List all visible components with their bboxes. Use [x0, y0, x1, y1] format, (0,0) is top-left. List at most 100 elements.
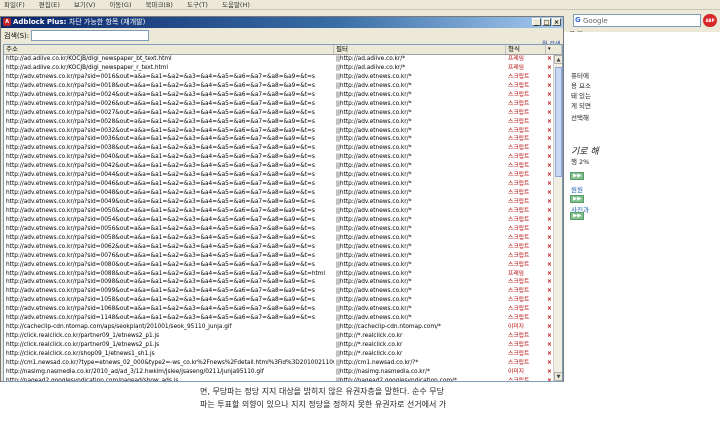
google-icon: G — [575, 16, 581, 24]
table-row[interactable]: http://adv.etnews.co.kr/rpa?sid=0036&out… — [4, 135, 552, 144]
table-row[interactable]: http://adv.etnews.co.kr/rpa?sid=0049&out… — [4, 198, 552, 207]
row-type: 스크립트 — [508, 288, 530, 295]
row-address: http://click.realclick.co.kr/partner09_1… — [6, 342, 160, 348]
row-type: 스크립트 — [508, 359, 530, 366]
menu-help[interactable]: 도움말(H) — [222, 0, 250, 9]
row-type: 스크립트 — [508, 234, 530, 241]
table-row[interactable]: http://click.realclick.co.kr/partner09_1… — [4, 341, 552, 350]
table-row[interactable]: http://adv.etnews.co.kr/rpa?sid=0018&out… — [4, 82, 552, 91]
row-type: 스크립트 — [508, 279, 530, 286]
browser-menubar: 파일(F) 편집(E) 보기(V) 이동(G) 북마크(B) 도구(T) 도움말… — [0, 0, 720, 10]
row-address: http://pagead2.googlesyndication.com/pag… — [6, 377, 179, 382]
table-row[interactable]: http://adv.etnews.co.kr/rpa?sid=0054&out… — [4, 216, 552, 225]
menu-go[interactable]: 이동(G) — [109, 0, 131, 9]
row-address: http://adv.etnews.co.kr/rpa?sid=0098&out… — [6, 279, 315, 286]
row-type: 스크립트 — [508, 181, 530, 188]
column-header-address[interactable]: 주소 — [4, 45, 334, 54]
table-row[interactable]: http://adv.etnews.co.kr/rpa?sid=1068&out… — [4, 305, 552, 314]
search-input[interactable] — [31, 30, 149, 41]
table-row[interactable]: http://adv.etnews.co.kr/rpa?sid=0050&out… — [4, 207, 552, 216]
scrollbar-thumb[interactable] — [555, 67, 562, 177]
row-filter: ||http://adv.etnews.co.kr/* — [336, 109, 412, 116]
table-row[interactable]: http://ad.adiive.co.kr/KOCJB/digi_newspa… — [4, 55, 552, 64]
table-row[interactable]: http://cacheclip-cdn.ntomap.com/aps/seok… — [4, 323, 552, 332]
side-text: 선택해 — [571, 114, 589, 122]
table-row[interactable]: http://adv.etnews.co.kr/rpa?sid=0042&out… — [4, 162, 552, 171]
menu-view[interactable]: 보기(V) — [74, 0, 95, 9]
table-row[interactable]: http://adv.etnews.co.kr/rpa?sid=0016&out… — [4, 73, 552, 82]
browser-search-input[interactable]: G Google — [573, 14, 701, 27]
table-row[interactable]: http://adv.etnews.co.kr/rpa?sid=0062&out… — [4, 243, 552, 252]
minimize-button[interactable]: _ — [532, 18, 541, 26]
menu-tools[interactable]: 도구(T) — [187, 0, 208, 9]
row-address: http://cm1.newsad.co.kr/?type=etnews_02_… — [6, 359, 334, 366]
table-header: 주소 필터 형식 ▾ — [4, 45, 562, 55]
row-type: 스크립트 — [508, 109, 530, 116]
table-row[interactable]: http://pagead2.googlesyndication.com/pag… — [4, 377, 552, 382]
column-header-filter[interactable]: 필터 — [334, 45, 506, 54]
table-row[interactable]: http://adv.etnews.co.kr/rpa?sid=0024&out… — [4, 91, 552, 100]
table-row[interactable]: http://adv.etnews.co.kr/rpa?sid=0058&out… — [4, 234, 552, 243]
table-row[interactable]: http://adv.etnews.co.kr/rpa?sid=0080&out… — [4, 261, 552, 270]
table-row[interactable]: http://adv.etnews.co.kr/rpa?sid=0098&out… — [4, 278, 552, 287]
row-address: http://adv.etnews.co.kr/rpa?sid=0054&out… — [6, 216, 315, 223]
row-filter: ||http://adv.etnews.co.kr/* — [336, 225, 412, 232]
row-address: http://click.realclick.co.kr/partner09_1… — [6, 333, 160, 340]
menu-file[interactable]: 파일(F) — [4, 0, 25, 9]
row-filter: ||http://adv.etnews.co.kr/* — [336, 100, 412, 107]
table-row[interactable]: http://adv.etnews.co.kr/rpa?sid=1058&out… — [4, 296, 552, 305]
side-button[interactable]: ▶▶ — [570, 195, 585, 203]
row-address: http://adv.etnews.co.kr/rpa?sid=0028&out… — [6, 118, 315, 125]
table-row[interactable]: http://adv.etnews.co.kr/rpa?sid=0076&out… — [4, 252, 552, 261]
table-row[interactable]: http://adv.etnews.co.kr/rpa?sid=0038&out… — [4, 144, 552, 153]
maximize-button[interactable]: □ — [542, 18, 551, 26]
window-title: Adblock Plus: 차단 가능한 항목 (재개발) — [13, 17, 145, 28]
side-button[interactable]: ▶▶ — [570, 172, 585, 180]
menu-bookmarks[interactable]: 북마크(B) — [145, 0, 172, 9]
row-type: 스크립트 — [508, 207, 530, 214]
table-row[interactable]: http://adv.etnews.co.kr/rpa?sid=0028&out… — [4, 118, 552, 127]
column-picker-icon[interactable]: ▾ — [546, 45, 562, 54]
table-row[interactable]: http://adv.etnews.co.kr/rpa?sid=0099&out… — [4, 287, 552, 296]
table-row[interactable]: http://adv.etnews.co.kr/rpa?sid=1148&out… — [4, 314, 552, 323]
row-address: http://cacheclip-cdn.ntomap.com/aps/seok… — [6, 324, 232, 331]
table-row[interactable]: http://adv.etnews.co.kr/rpa?sid=0046&out… — [4, 180, 552, 189]
search-placeholder: Google — [583, 17, 608, 25]
vertical-scrollbar[interactable]: ▲ ▼ — [553, 55, 562, 381]
row-type: 스크립트 — [508, 306, 530, 313]
table-row[interactable]: http://adv.etnews.co.kr/rpa?sid=0056&out… — [4, 225, 552, 234]
window-titlebar[interactable]: A Adblock Plus: 차단 가능한 항목 (재개발) _ □ × — [1, 17, 563, 28]
row-type: 스크립트 — [508, 100, 530, 107]
side-button[interactable]: ▶▶ — [570, 212, 585, 220]
row-filter: ||http://adv.etnews.co.kr/* — [336, 145, 412, 152]
table-row[interactable]: http://adv.etnews.co.kr/rpa?sid=0088&out… — [4, 270, 552, 279]
table-row[interactable]: http://nasimg.nasmedia.co.kr/2010_ad/ad_… — [4, 368, 552, 377]
table-row[interactable]: http://ad.adiive.co.kr/KOCJB/digi_newspa… — [4, 64, 552, 73]
table-row[interactable]: http://cm1.newsad.co.kr/?type=etnews_02_… — [4, 359, 552, 368]
abp-icon[interactable]: ABP — [703, 14, 717, 27]
table-row[interactable]: http://adv.etnews.co.kr/rpa?sid=0048&out… — [4, 189, 552, 198]
search-label: 검색(S): — [4, 32, 30, 40]
menu-edit[interactable]: 편집(E) — [39, 0, 60, 9]
row-filter: ||http://adv.etnews.co.kr/* — [336, 288, 412, 295]
row-address: http://adv.etnews.co.kr/rpa?sid=0046&out… — [6, 181, 315, 188]
scroll-down-icon[interactable]: ▼ — [554, 372, 562, 381]
row-filter: ||http://adv.etnews.co.kr/* — [336, 172, 412, 179]
table-row[interactable]: http://adv.etnews.co.kr/rpa?sid=0040&out… — [4, 153, 552, 162]
table-row[interactable]: http://adv.etnews.co.kr/rpa?sid=0044&out… — [4, 171, 552, 180]
close-button[interactable]: × — [552, 18, 561, 26]
row-type: 스크립트 — [508, 297, 530, 304]
table-row[interactable]: http://adv.etnews.co.kr/rpa?sid=0026&out… — [4, 100, 552, 109]
column-header-type[interactable]: 형식 — [506, 45, 546, 54]
table-row[interactable]: http://adv.etnews.co.kr/rpa?sid=0027&out… — [4, 109, 552, 118]
row-address: http://adv.etnews.co.kr/rpa?sid=0049&out… — [6, 199, 315, 205]
table-row[interactable]: http://click.realclick.co.kr/partner09_1… — [4, 332, 552, 341]
scroll-up-icon[interactable]: ▲ — [554, 55, 562, 64]
side-text: 행 2% — [571, 158, 590, 166]
row-filter: ||http://*.realclick.co.kr — [336, 342, 403, 348]
table-row[interactable]: http://click.realclick.co.kr/shop09_1/et… — [4, 350, 552, 359]
table-row[interactable]: http://adv.etnews.co.kr/rpa?sid=0032&out… — [4, 127, 552, 136]
row-filter: ||http://ad.adiive.co.kr/* — [336, 56, 406, 62]
row-filter: ||http://pagead2.googlesyndication.com/* — [336, 377, 457, 382]
row-address: http://nasimg.nasmedia.co.kr/2010_ad/ad_… — [6, 368, 264, 375]
